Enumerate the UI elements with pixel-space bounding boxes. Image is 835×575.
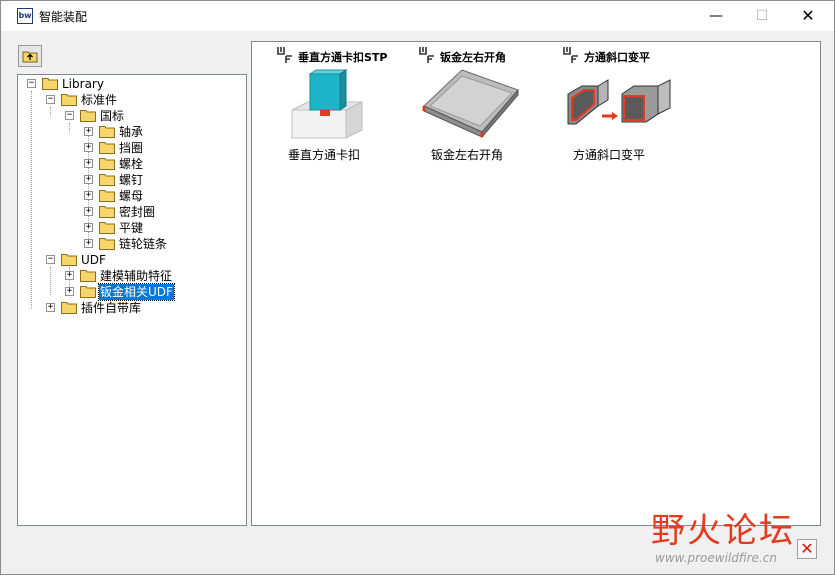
folder-open-icon (61, 254, 77, 266)
tree-label[interactable]: 螺钉 (118, 172, 144, 188)
expand-icon[interactable]: + (46, 303, 55, 312)
collapse-icon[interactable]: − (46, 255, 55, 264)
feature-title: 垂直方通卡扣STP (298, 51, 388, 64)
vertical-clip-thumbnail (291, 69, 363, 139)
folder-open-icon (61, 94, 77, 106)
watermark-close-icon[interactable]: ✕ (797, 539, 817, 559)
collapse-icon[interactable]: − (46, 95, 55, 104)
tree-label[interactable]: 轴承 (118, 124, 144, 140)
forum-watermark: 野火论坛 www.proewildfire.cn (651, 501, 831, 571)
collapse-icon[interactable]: − (65, 111, 74, 120)
tree-label[interactable]: 建模辅助特征 (99, 268, 173, 284)
folder-icon (99, 206, 115, 218)
expand-icon[interactable]: + (84, 175, 93, 184)
folder-up-button[interactable] (18, 45, 42, 67)
minimize-button[interactable]: — (693, 1, 739, 31)
tree-label[interactable]: 挡圈 (118, 140, 144, 156)
folder-open-icon (80, 110, 96, 122)
app-logo-icon: bw (17, 8, 33, 24)
udf-badge-icon (418, 46, 436, 64)
window-title: 智能装配 (39, 10, 88, 24)
maximize-button[interactable]: ☐ (739, 1, 785, 31)
tree-label-library[interactable]: Library (61, 76, 105, 92)
collapse-icon[interactable]: − (27, 79, 36, 88)
feature-caption: 钣金左右开角 (431, 148, 504, 162)
folder-icon (99, 142, 115, 154)
expand-icon[interactable]: + (65, 271, 74, 280)
sheetmetal-corner-thumbnail (422, 69, 519, 139)
folder-icon (80, 286, 96, 298)
folder-open-icon (42, 78, 58, 90)
expand-icon[interactable]: + (84, 143, 93, 152)
watermark-url: www.proewildfire.cn (655, 551, 777, 565)
tree-label-udf[interactable]: UDF (80, 252, 107, 268)
tree-label[interactable]: 平键 (118, 220, 144, 236)
folder-icon (80, 270, 96, 282)
tree-label-standard-parts[interactable]: 标准件 (80, 92, 118, 108)
feature-item-vertical-clip[interactable]: 垂直方通卡扣STP 垂直方通卡扣 (276, 42, 416, 172)
tube-miter-flatten-thumbnail (567, 79, 671, 125)
feature-item-tube-miter-flatten[interactable]: 方通斜口变平 方通斜口变平 (562, 42, 702, 172)
expand-icon[interactable]: + (84, 223, 93, 232)
title-bar: bw 智能装配 — ☐ ✕ (1, 1, 834, 31)
expand-icon[interactable]: + (84, 239, 93, 248)
main-window: bw 智能装配 — ☐ ✕ − Library − 标准件 − 国标 + 轴承 … (0, 0, 835, 575)
expand-icon[interactable]: + (84, 207, 93, 216)
folder-icon (99, 222, 115, 234)
tree-label[interactable]: 链轮链条 (118, 236, 168, 252)
folder-icon (99, 174, 115, 186)
tree-label-selected[interactable]: 钣金相关UDF (98, 283, 175, 301)
tree-label-gb[interactable]: 国标 (99, 108, 125, 124)
watermark-title: 野火论坛 (651, 503, 795, 552)
udf-feature-panel: 垂直方通卡扣STP 垂直方通卡扣 钣金左右开角 钣金左右开角 方通斜口变平 方通… (251, 41, 821, 526)
watermark-title-text: 野火论坛 (651, 511, 795, 551)
tree-label-plugin-library[interactable]: 插件自带库 (80, 300, 142, 316)
feature-title: 方通斜口变平 (584, 51, 650, 64)
folder-icon (99, 126, 115, 138)
library-tree[interactable]: − Library − 标准件 − 国标 + 轴承 + 挡圈 + 螺栓 + 螺钉… (17, 74, 247, 526)
feature-title: 钣金左右开角 (440, 51, 506, 64)
feature-item-sheetmetal-corner[interactable]: 钣金左右开角 钣金左右开角 (418, 42, 558, 172)
folder-icon (99, 190, 115, 202)
udf-badge-icon (562, 46, 580, 64)
expand-icon[interactable]: + (84, 191, 93, 200)
udf-badge-icon (276, 46, 294, 64)
folder-icon (99, 158, 115, 170)
tree-label[interactable]: 螺母 (118, 188, 144, 204)
folder-icon (99, 238, 115, 250)
close-button[interactable]: ✕ (785, 1, 831, 31)
tree-label[interactable]: 密封圈 (118, 204, 156, 220)
folder-up-icon (22, 51, 38, 63)
folder-icon (61, 302, 77, 314)
expand-icon[interactable]: + (84, 159, 93, 168)
tree-label[interactable]: 螺栓 (118, 156, 144, 172)
feature-caption: 方通斜口变平 (573, 148, 646, 162)
expand-icon[interactable]: + (65, 287, 74, 296)
feature-caption: 垂直方通卡扣 (288, 148, 361, 162)
expand-icon[interactable]: + (84, 127, 93, 136)
